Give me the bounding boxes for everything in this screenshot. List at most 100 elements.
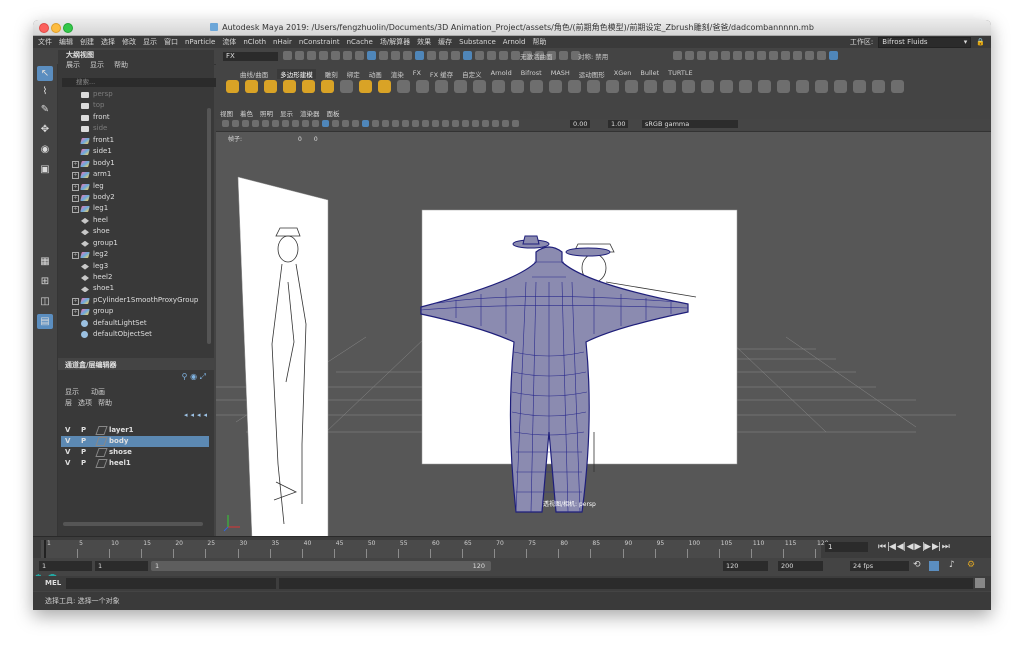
display-layer-row[interactable]: V Pheel1 <box>61 458 209 469</box>
menu-item[interactable]: 效果 <box>417 37 431 47</box>
viewport-option-icon[interactable] <box>332 120 339 127</box>
layer-visibility-toggle[interactable]: V <box>61 425 81 436</box>
outliner-item[interactable]: shoe1 <box>58 283 206 294</box>
viewport-option-icon[interactable] <box>242 120 249 127</box>
shelf-tab[interactable]: TURTLE <box>668 69 692 79</box>
viewport-option-icon[interactable] <box>422 120 429 127</box>
shelf-tab[interactable]: 雕刻 <box>325 69 338 79</box>
menu-item[interactable]: 修改 <box>122 37 136 47</box>
expand-icon[interactable]: + <box>72 194 79 202</box>
shelf-tool-icon[interactable] <box>815 80 828 93</box>
loop-icon[interactable]: ⟲ <box>913 560 921 570</box>
render-tool-icon[interactable] <box>817 51 826 60</box>
menu-item[interactable]: Substance <box>459 38 496 46</box>
viewport-option-icon[interactable] <box>352 120 359 127</box>
viewport-option-icon[interactable] <box>492 120 499 127</box>
shelf-tool-icon[interactable] <box>340 80 353 93</box>
shelf-tool-icon[interactable] <box>568 80 581 93</box>
menu-item[interactable]: nParticle <box>185 38 215 46</box>
viewport-option-icon[interactable] <box>272 120 279 127</box>
layer-color-swatch[interactable] <box>95 437 108 446</box>
outliner-item[interactable]: + group <box>58 306 206 317</box>
mel-label[interactable]: MEL <box>45 579 61 587</box>
auto-key-icon[interactable] <box>929 561 939 571</box>
outliner-item[interactable]: shoe <box>58 226 206 237</box>
viewport-option-icon[interactable] <box>432 120 439 127</box>
shelf-tool-icon[interactable] <box>625 80 638 93</box>
viewport-option-icon[interactable] <box>322 120 329 127</box>
menu-item[interactable]: 显示 <box>143 37 157 47</box>
viewport-option-icon[interactable] <box>502 120 509 127</box>
shelf-tab[interactable]: 曲线/曲面 <box>240 69 268 79</box>
status-line-tool-icon[interactable] <box>439 51 448 60</box>
persp-viewport[interactable]: 帧子: 0 0 透视图/相机: persp <box>216 131 991 537</box>
shelf-tool-icon[interactable] <box>606 80 619 93</box>
viewport-option-icon[interactable] <box>222 120 229 127</box>
status-line-tool-icon[interactable] <box>427 51 436 60</box>
shelf-tab[interactable]: 多边形建模 <box>277 69 316 79</box>
shelf-tool-icon[interactable] <box>720 80 733 93</box>
render-tool-icon[interactable] <box>697 51 706 60</box>
outliner-item[interactable]: + body1 <box>58 158 206 169</box>
two-pane-layout-icon[interactable]: ◫ <box>37 294 53 309</box>
preferences-icon[interactable]: ⚙ <box>967 560 975 570</box>
render-tool-icon[interactable] <box>829 51 838 60</box>
rotate-tool-icon[interactable]: ◉ <box>37 142 53 157</box>
menu-item[interactable]: Arnold <box>503 38 526 46</box>
layer-color-swatch[interactable] <box>95 448 108 457</box>
status-line-tool-icon[interactable] <box>319 51 328 60</box>
shelf-tool-icon[interactable] <box>378 80 391 93</box>
shelf-tool-icon[interactable] <box>359 80 372 93</box>
render-tool-icon[interactable] <box>709 51 718 60</box>
outliner-menu-item[interactable]: 显示 <box>90 60 104 70</box>
status-line-tool-icon[interactable] <box>391 51 400 60</box>
panel-menu-item[interactable]: 显示 <box>280 108 293 118</box>
paint-select-icon[interactable]: ✎ <box>37 102 53 117</box>
panel-menu-item[interactable]: 着色 <box>240 108 253 118</box>
outliner-layout-icon[interactable]: ▤ <box>37 314 53 329</box>
viewport-option-icon[interactable] <box>402 120 409 127</box>
status-line-tool-icon[interactable] <box>343 51 352 60</box>
outliner-search-input[interactable]: 搜索... <box>62 78 222 87</box>
status-line-tool-icon[interactable] <box>403 51 412 60</box>
render-tool-icon[interactable] <box>673 51 682 60</box>
menu-item[interactable]: 窗口 <box>164 37 178 47</box>
layer-visibility-toggle[interactable]: V <box>61 458 81 469</box>
shelf-tool-icon[interactable] <box>644 80 657 93</box>
shelf-tool-icon[interactable] <box>834 80 847 93</box>
render-tool-icon[interactable] <box>685 51 694 60</box>
menu-item[interactable]: nHair <box>273 38 292 46</box>
expand-icon[interactable]: + <box>72 172 79 180</box>
close-window-button[interactable] <box>39 23 49 33</box>
viewport-option-icon[interactable] <box>232 120 239 127</box>
shelf-tool-icon[interactable] <box>511 80 524 93</box>
layer-create-icons[interactable]: ◂◂◂◂ <box>184 411 210 419</box>
status-line-tool-icon[interactable] <box>451 51 460 60</box>
outliner-item[interactable]: heel <box>58 215 206 226</box>
outliner-item[interactable]: + body2 <box>58 192 206 203</box>
shelf-tool-icon[interactable] <box>245 80 258 93</box>
viewport-option-icon[interactable] <box>282 120 289 127</box>
shelf-tool-icon[interactable] <box>682 80 695 93</box>
viewport-option-icon[interactable] <box>312 120 319 127</box>
viewport-option-icon[interactable] <box>512 120 519 127</box>
shelf-tool-icon[interactable] <box>663 80 676 93</box>
time-slider[interactable]: 1 5 10 15 20 25 30 35 40 45 50 55 60 65 70 75 80 85 90 95 10… <box>33 536 991 559</box>
shelf-tab[interactable]: 动画 <box>369 69 382 79</box>
lock-icon[interactable]: 🔒 <box>976 38 985 46</box>
expand-icon[interactable]: + <box>72 183 79 191</box>
animation-start-field[interactable]: 1 <box>39 561 92 571</box>
layer-menu-item[interactable]: 帮助 <box>98 398 112 408</box>
status-line-tool-icon[interactable] <box>499 51 508 60</box>
status-line-tool-icon[interactable] <box>511 51 520 60</box>
render-tool-icon[interactable] <box>781 51 790 60</box>
outliner-item[interactable]: front <box>58 112 206 123</box>
menu-item[interactable]: nCloth <box>243 38 266 46</box>
menu-item[interactable]: nConstraint <box>299 38 340 46</box>
workspace-dropdown[interactable]: Bifrost Fluids <box>878 36 972 48</box>
shelf-tab[interactable]: Arnold <box>491 69 512 79</box>
menu-item[interactable]: 帮助 <box>532 37 546 47</box>
status-line-tool-icon[interactable] <box>463 51 472 60</box>
outliner-item[interactable]: + leg <box>58 181 206 192</box>
shelf-tool-icon[interactable] <box>302 80 315 93</box>
